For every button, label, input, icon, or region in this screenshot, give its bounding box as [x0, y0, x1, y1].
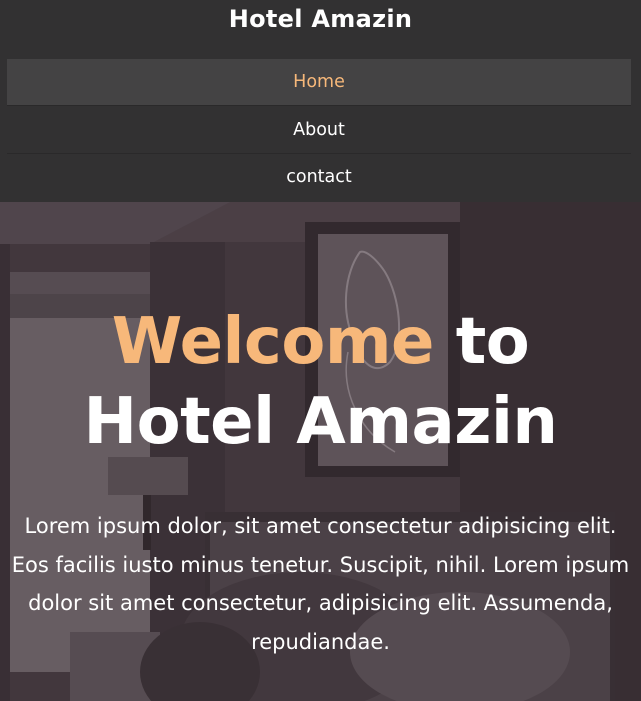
hero-heading: Welcome to Hotel Amazin [0, 302, 641, 462]
main-nav: Home About contact [7, 59, 631, 202]
hero-heading-hotel-name: Hotel Amazin [83, 385, 558, 459]
hero-section: Welcome to Hotel Amazin Lorem ipsum dolo… [0, 202, 641, 701]
nav-item-about[interactable]: About [7, 107, 631, 154]
nav-item-home[interactable]: Home [7, 59, 631, 106]
hero-description: Lorem ipsum dolor, sit amet consectetur … [11, 514, 630, 654]
site-header: Hotel Amazin Home About contact [0, 0, 641, 202]
site-title: Hotel Amazin [228, 5, 413, 33]
hero-heading-accent: Welcome [111, 305, 435, 379]
hero-heading-to: to [433, 305, 530, 379]
nav-item-contact[interactable]: contact [7, 154, 631, 201]
